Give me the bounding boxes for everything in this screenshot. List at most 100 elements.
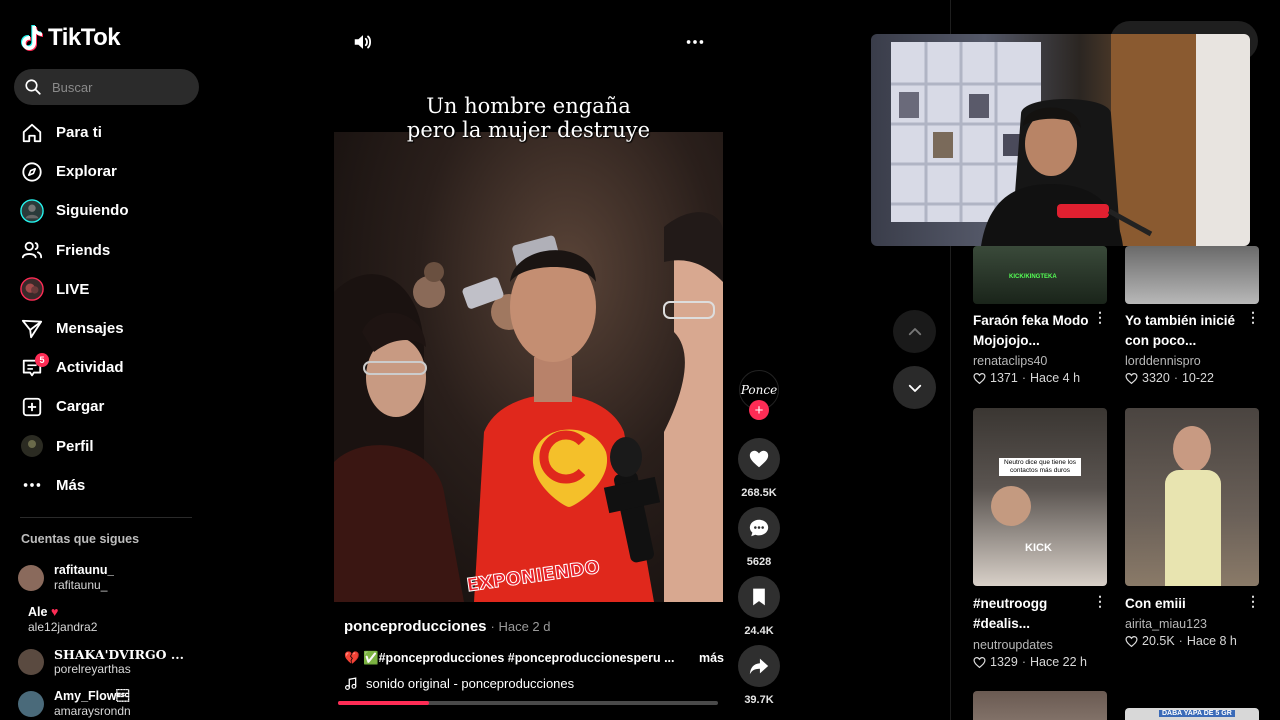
nav-label: Mensajes xyxy=(56,320,124,338)
feed-title-line: Faraón feka Modo xyxy=(973,313,1089,328)
previous-video-button[interactable] xyxy=(893,310,936,353)
feed-title-line: Mojojojo... xyxy=(973,333,1040,348)
feed-title[interactable]: Con emiii xyxy=(1125,594,1255,614)
bookmark-icon xyxy=(753,588,765,606)
heart-outline-icon xyxy=(973,656,986,668)
nav-label: Más xyxy=(56,476,86,494)
feed-options-icon[interactable]: ⋮ xyxy=(1093,309,1107,326)
nav-item-perfil[interactable]: Perfil xyxy=(0,427,212,466)
nav-label: Siguiendo xyxy=(56,202,129,220)
nav-item-para-ti[interactable]: Para ti xyxy=(0,113,212,152)
nav-label: Cargar xyxy=(56,398,105,416)
thumbnail-caption: Neutro dice que tiene los contactos más … xyxy=(999,458,1081,476)
feed-thumbnail[interactable]: DABA YAPA DE 5 GR xyxy=(1125,708,1259,720)
video-description: 💔 ✅#ponceproducciones #ponceproducciones… xyxy=(344,651,724,666)
nav-item-mas[interactable]: Más xyxy=(0,466,212,505)
nav-item-live[interactable]: LIVE xyxy=(0,270,212,309)
feed-title-line: con poco... xyxy=(1125,333,1197,348)
video-frame-illustration: EXPONIENDO xyxy=(334,212,723,602)
feed-options-icon[interactable]: ⋮ xyxy=(1093,593,1107,610)
account-handle: ale12jandra2 xyxy=(28,620,98,634)
compass-icon xyxy=(20,160,44,184)
video-scene: EXPONIENDO xyxy=(334,132,723,602)
video-author[interactable]: ponceproducciones xyxy=(344,618,487,635)
video-options-icon[interactable] xyxy=(683,30,707,54)
video-overlay-title: Un hombre engaña pero la mujer destruye xyxy=(334,92,723,142)
avatar xyxy=(18,565,44,591)
nav-item-siguiendo[interactable]: Siguiendo xyxy=(0,191,212,230)
nav-item-cargar[interactable]: Cargar xyxy=(0,387,212,426)
tiktok-note-icon xyxy=(21,25,43,51)
webcam-overlay xyxy=(871,34,1250,246)
comment-icon xyxy=(749,519,769,537)
feed-options-icon[interactable]: ⋮ xyxy=(1246,309,1260,326)
avatar xyxy=(18,649,44,675)
feed-title[interactable]: #neutroogg #dealis... xyxy=(973,594,1103,634)
feed-thumbnail[interactable]: Neutro dice que tiene los contactos más … xyxy=(973,408,1107,586)
account-name: SHAKA'DVIRGO ... xyxy=(54,647,184,662)
thumbnail-dress xyxy=(1165,470,1221,586)
feed-time: Hace 4 h xyxy=(1029,371,1081,385)
nav-item-explorar[interactable]: Explorar xyxy=(0,152,212,191)
feed-stats: 20.5K · Hace 8 h xyxy=(1125,634,1237,648)
feed-likes: 20.5K xyxy=(1142,634,1175,648)
following-account[interactable]: rafitaunu_ rafitaunu_ xyxy=(18,557,208,599)
activity-icon: 5 xyxy=(20,352,49,380)
follow-plus-button[interactable]: + xyxy=(749,400,769,420)
video-player[interactable]: EXPONIENDO Un hombre engaña pero la muje… xyxy=(334,92,723,602)
feed-thumbnail[interactable] xyxy=(1125,246,1259,304)
feed-user[interactable]: neutroupdates xyxy=(973,638,1053,652)
search-input[interactable] xyxy=(52,79,182,95)
thumbnail-caption: KICK/KINGTEKA xyxy=(1009,274,1057,280)
account-handle: amaraysrondn xyxy=(54,704,131,718)
feed-title[interactable]: Faraón feka Modo Mojojojo... xyxy=(973,311,1103,351)
volume-icon[interactable] xyxy=(351,30,375,54)
feed-stats: 1329 · Hace 22 h xyxy=(973,655,1087,669)
feed-user[interactable]: renataclips40 xyxy=(973,354,1047,368)
feed-likes: 1329 xyxy=(990,655,1018,669)
home-icon xyxy=(20,121,44,145)
tiktok-logo[interactable]: TikTok xyxy=(20,24,121,52)
nav-label: Explorar xyxy=(56,163,117,181)
account-handle: rafitaunu_ xyxy=(54,578,108,592)
feed-thumbnail[interactable] xyxy=(973,691,1107,720)
share-icon xyxy=(749,658,769,675)
music-note-icon xyxy=(345,676,357,690)
feed-user[interactable]: lorddennispro xyxy=(1125,354,1201,368)
save-button[interactable] xyxy=(738,576,780,618)
sound-row[interactable]: sonido original - ponceproducciones xyxy=(344,676,574,691)
feed-options-icon[interactable]: ⋮ xyxy=(1246,593,1260,610)
feed-user[interactable]: airita_miau123 xyxy=(1125,617,1207,631)
feed-thumbnail[interactable] xyxy=(1125,408,1259,586)
following-account[interactable]: SHAKA'DVIRGO ... porelreyarthas xyxy=(18,641,208,683)
share-button[interactable] xyxy=(738,645,780,687)
video-progress-fill xyxy=(338,701,430,705)
tiktok-page: TikTok Para ti Explorar xyxy=(0,0,1280,720)
feed-title[interactable]: Yo también inicié con poco... xyxy=(1125,311,1255,351)
account-handle: porelreyarthas xyxy=(54,662,131,676)
more-link[interactable]: más xyxy=(699,651,724,666)
comment-button[interactable] xyxy=(738,507,780,549)
nav-label: Perfil xyxy=(56,437,94,455)
heart-icon xyxy=(749,450,769,468)
video-time: · Hace 2 d xyxy=(490,619,551,634)
avatar xyxy=(18,691,44,717)
shares-count: 39.7K xyxy=(744,694,774,706)
feed-time: Hace 22 h xyxy=(1029,655,1087,669)
search-box[interactable] xyxy=(14,69,199,105)
following-account[interactable]: Ale ♥ ale12jandra2 xyxy=(18,599,208,641)
heart-outline-icon xyxy=(1125,372,1138,384)
nav-item-actividad[interactable]: 5 Actividad xyxy=(0,348,212,387)
next-video-button[interactable] xyxy=(893,366,936,409)
nav-item-mensajes[interactable]: Mensajes xyxy=(0,309,212,348)
nav-item-friends[interactable]: Friends xyxy=(0,231,212,270)
feed-thumbnail[interactable]: KICK/KINGTEKA xyxy=(973,246,1107,304)
like-button[interactable] xyxy=(738,438,780,480)
video-progress-bar[interactable] xyxy=(338,701,718,705)
webcam-illustration xyxy=(891,34,1250,246)
nav-label: Para ti xyxy=(56,124,102,142)
video-meta: ponceproducciones · Hace 2 d 💔 ✅#poncepr… xyxy=(344,618,724,691)
nav-label: Actividad xyxy=(56,359,124,377)
following-account[interactable]: Amy_Flow amaraysrondn xyxy=(18,683,208,720)
thumbnail-kick-text: KICK xyxy=(1025,542,1052,554)
